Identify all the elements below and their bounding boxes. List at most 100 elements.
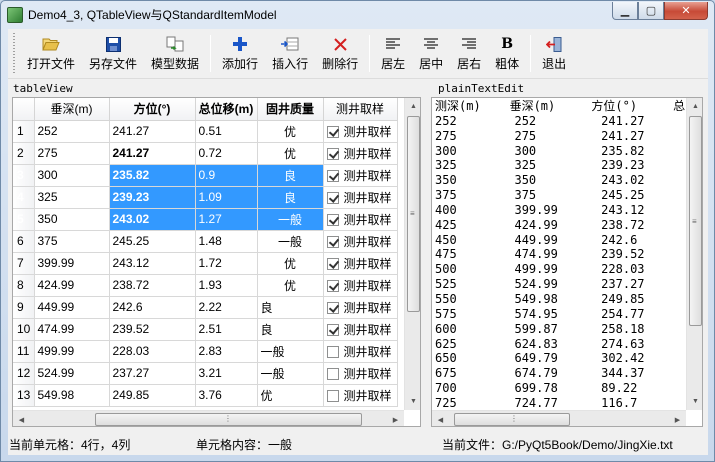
logging-checkbox[interactable] [326,367,339,380]
scroll-up-arrow-icon[interactable]: ▲ [405,98,420,115]
row-header[interactable]: 6 [13,230,35,253]
logging-checkbox[interactable] [326,125,339,138]
row-header[interactable]: 11 [13,340,35,363]
cell-depth[interactable]: 275 [34,142,110,165]
align-right-button[interactable]: 居右 [450,29,488,78]
close-button[interactable]: ✕ [664,2,708,20]
table-vertical-scrollbar[interactable]: ▲ ≡ ▼ [404,98,420,410]
cell-displacement[interactable]: 2.51 [195,318,258,341]
logging-checkbox[interactable] [326,389,339,402]
logging-checkbox[interactable] [326,235,339,248]
toolbar-grip[interactable] [10,33,18,74]
cell-depth[interactable]: 300 [34,164,110,187]
corner-cell[interactable] [13,98,35,121]
cell-depth[interactable]: 499.99 [34,340,110,363]
cell-quality[interactable]: 优 [257,274,324,297]
scroll-down-arrow-icon[interactable]: ▼ [687,393,702,410]
cell-azimuth[interactable]: 235.82 [109,164,196,187]
insert-row-button[interactable]: 插入行 [265,29,315,78]
column-header-depth[interactable]: 垂深(m) [34,98,110,121]
table-row[interactable]: 11 499.99 228.03 2.83 一般 测井取样 [13,340,398,363]
cell-azimuth[interactable]: 238.72 [109,274,196,297]
scroll-left-arrow-icon[interactable]: ◀ [13,411,30,426]
cell-azimuth[interactable]: 243.02 [109,208,196,231]
logging-checkbox[interactable] [326,213,339,226]
table-row[interactable]: 12 524.99 237.27 3.21 一般 测井取样 [13,362,398,385]
cell-azimuth[interactable]: 241.27 [109,142,196,165]
cell-depth[interactable]: 399.99 [34,252,110,275]
scroll-up-arrow-icon[interactable]: ▲ [687,98,702,115]
cell-azimuth[interactable]: 241.27 [109,120,196,143]
maximize-button[interactable]: ▢ [638,2,664,20]
cell-logging[interactable]: 测井取样 [323,230,398,253]
row-header[interactable]: 3 [13,164,35,187]
bold-button[interactable]: B 粗体 [488,29,526,78]
cell-logging[interactable]: 测井取样 [323,164,398,187]
cell-quality[interactable]: 一般 [257,230,324,253]
minimize-button[interactable]: ▁ [612,2,638,20]
column-header-azimuth[interactable]: 方位(°) [109,98,196,121]
table-horizontal-scrollbar[interactable]: ◀ ⋮ ▶ [13,410,404,426]
cell-depth[interactable]: 375 [34,230,110,253]
cell-logging[interactable]: 测井取样 [323,186,398,209]
cell-logging[interactable]: 测井取样 [323,208,398,231]
model-data-button[interactable]: 模型数据 [144,29,206,78]
logging-checkbox[interactable] [326,257,339,270]
table-row[interactable]: 10 474.99 239.52 2.51 良 测井取样 [13,318,398,341]
row-header[interactable]: 9 [13,296,35,319]
cell-displacement[interactable]: 2.22 [195,296,258,319]
table-view[interactable]: 垂深(m) 方位(°) 总位移(m) 固井质量 测井取样 1 252 241.27 0… [12,97,421,427]
table-row[interactable]: 9 449.99 242.6 2.22 良 测井取样 [13,296,398,319]
cell-quality[interactable]: 良 [257,164,324,187]
scroll-right-arrow-icon[interactable]: ▶ [387,411,404,426]
align-center-button[interactable]: 居中 [412,29,450,78]
column-header-displacement[interactable]: 总位移(m) [195,98,258,121]
cell-displacement[interactable]: 1.27 [195,208,258,231]
cell-logging[interactable]: 测井取样 [323,296,398,319]
cell-azimuth[interactable]: 237.27 [109,362,196,385]
row-header[interactable]: 10 [13,318,35,341]
cell-logging[interactable]: 测井取样 [323,274,398,297]
table-row[interactable]: 8 424.99 238.72 1.93 优 测井取样 [13,274,398,297]
logging-checkbox[interactable] [326,323,339,336]
cell-displacement[interactable]: 0.72 [195,142,258,165]
logging-checkbox[interactable] [326,169,339,182]
row-header[interactable]: 12 [13,362,35,385]
cell-logging[interactable]: 测井取样 [323,318,398,341]
cell-depth[interactable]: 350 [34,208,110,231]
cell-depth[interactable]: 474.99 [34,318,110,341]
row-header[interactable]: 2 [13,142,35,165]
table-row[interactable]: 6 375 245.25 1.48 一般 测井取样 [13,230,398,253]
cell-quality[interactable]: 良 [257,296,324,319]
logging-checkbox[interactable] [326,191,339,204]
cell-azimuth[interactable]: 249.85 [109,384,196,407]
row-header[interactable]: 7 [13,252,35,275]
cell-depth[interactable]: 524.99 [34,362,110,385]
cell-quality[interactable]: 一般 [257,208,324,231]
cell-logging[interactable]: 测井取样 [323,252,398,275]
cell-displacement[interactable]: 0.9 [195,164,258,187]
table-row[interactable]: 13 549.98 249.85 3.76 优 测井取样 [13,384,398,407]
cell-azimuth[interactable]: 239.52 [109,318,196,341]
cell-depth[interactable]: 252 [34,120,110,143]
cell-displacement[interactable]: 3.76 [195,384,258,407]
row-header[interactable]: 5 [13,208,35,231]
cell-azimuth[interactable]: 239.23 [109,186,196,209]
cell-quality[interactable]: 优 [257,120,324,143]
cell-displacement[interactable]: 1.72 [195,252,258,275]
scroll-down-arrow-icon[interactable]: ▼ [405,393,420,410]
plain-text-content[interactable]: 测深(m) 垂深(m) 方位(°) 总 252 252 241.27 0 275… [435,99,695,411]
cell-azimuth[interactable]: 245.25 [109,230,196,253]
cell-displacement[interactable]: 1.09 [195,186,258,209]
cell-displacement[interactable]: 2.83 [195,340,258,363]
cell-logging[interactable]: 测井取样 [323,384,398,407]
cell-quality[interactable]: 优 [257,142,324,165]
save-as-button[interactable]: 另存文件 [82,29,144,78]
cell-displacement[interactable]: 1.48 [195,230,258,253]
delete-row-button[interactable]: 删除行 [315,29,365,78]
cell-logging[interactable]: 测井取样 [323,142,398,165]
title-bar[interactable]: Demo4_3, QTableView与QStandardItemModel ▁… [1,1,714,28]
cell-quality[interactable]: 良 [257,186,324,209]
table-row[interactable]: 4 325 239.23 1.09 良 测井取样 [13,186,398,209]
cell-quality[interactable]: 优 [257,252,324,275]
